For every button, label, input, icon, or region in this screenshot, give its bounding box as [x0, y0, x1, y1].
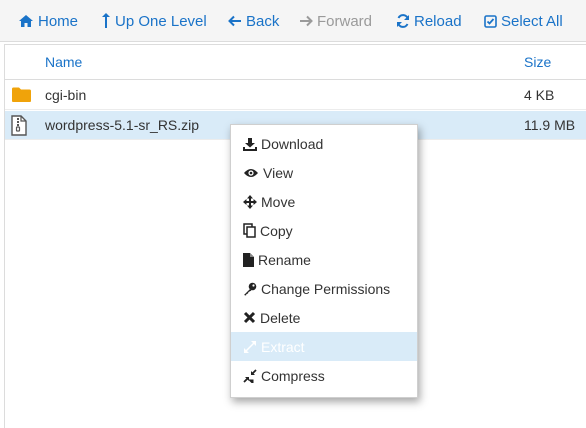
key-icon	[244, 282, 257, 295]
eye-icon	[244, 168, 258, 177]
home-button[interactable]: Home	[18, 11, 78, 31]
select-all-button[interactable]: Select All	[484, 11, 563, 31]
table-header: Name Size	[5, 45, 586, 80]
x-icon	[243, 311, 256, 324]
menu-item-extract[interactable]: Extract	[231, 332, 417, 361]
menu-item-copy[interactable]: Copy	[231, 216, 417, 245]
column-header-size[interactable]: Size	[524, 54, 551, 70]
menu-item-move[interactable]: Move	[231, 187, 417, 216]
arrow-right-icon	[300, 15, 313, 27]
menu-item-label: Delete	[260, 309, 301, 326]
menu-item-label: Extract	[261, 338, 305, 355]
menu-item-label: Change Permissions	[261, 280, 391, 297]
menu-item-label: View	[263, 164, 294, 181]
refresh-icon	[397, 14, 409, 28]
back-label: Back	[246, 12, 280, 30]
menu-item-download[interactable]: Download	[231, 129, 417, 158]
back-button[interactable]: Back	[228, 11, 279, 31]
download-icon	[243, 137, 257, 151]
menu-item-label: Copy	[260, 222, 293, 239]
file-icon	[243, 252, 254, 267]
home-icon	[19, 15, 33, 27]
move-arrows-icon	[243, 194, 257, 209]
up-one-level-label: Up One Level	[115, 12, 207, 30]
folder-icon	[11, 86, 32, 106]
checkbox-icon	[484, 14, 497, 28]
file-size: 4 KB	[524, 87, 555, 103]
compress-icon	[243, 368, 257, 383]
table-row[interactable]: cgi-bin 4 KB	[5, 81, 586, 110]
context-menu: Download View Move Copy Rename Change Pe…	[230, 124, 418, 398]
menu-item-delete[interactable]: Delete	[231, 303, 417, 332]
column-header-name[interactable]: Name	[45, 54, 82, 70]
menu-item-label: Compress	[261, 367, 325, 384]
forward-button[interactable]: Forward	[299, 11, 372, 31]
menu-item-label: Move	[261, 193, 296, 210]
toolbar: Home Up One Level Back Forward Reload Se…	[0, 0, 586, 42]
up-one-level-button[interactable]: Up One Level	[100, 11, 207, 31]
menu-item-label: Download	[261, 135, 324, 152]
file-name: wordpress-5.1-sr_RS.zip	[45, 117, 200, 133]
menu-item-compress[interactable]: Compress	[231, 361, 417, 390]
expand-icon	[244, 340, 256, 353]
select-all-label: Select All	[501, 12, 563, 30]
menu-item-view[interactable]: View	[231, 158, 417, 187]
reload-button[interactable]: Reload	[396, 11, 462, 31]
zip-file-icon	[11, 115, 27, 139]
file-size: 11.9 MB	[524, 117, 576, 133]
level-up-icon	[101, 13, 110, 28]
menu-item-rename[interactable]: Rename	[231, 245, 417, 274]
menu-item-change-permissions[interactable]: Change Permissions	[231, 274, 417, 303]
reload-label: Reload	[414, 12, 462, 30]
home-label: Home	[38, 12, 79, 30]
forward-label: Forward	[317, 12, 373, 30]
copy-icon	[243, 223, 256, 238]
file-name: cgi-bin	[45, 87, 87, 103]
arrow-left-icon	[228, 15, 241, 27]
menu-item-label: Rename	[258, 251, 311, 268]
